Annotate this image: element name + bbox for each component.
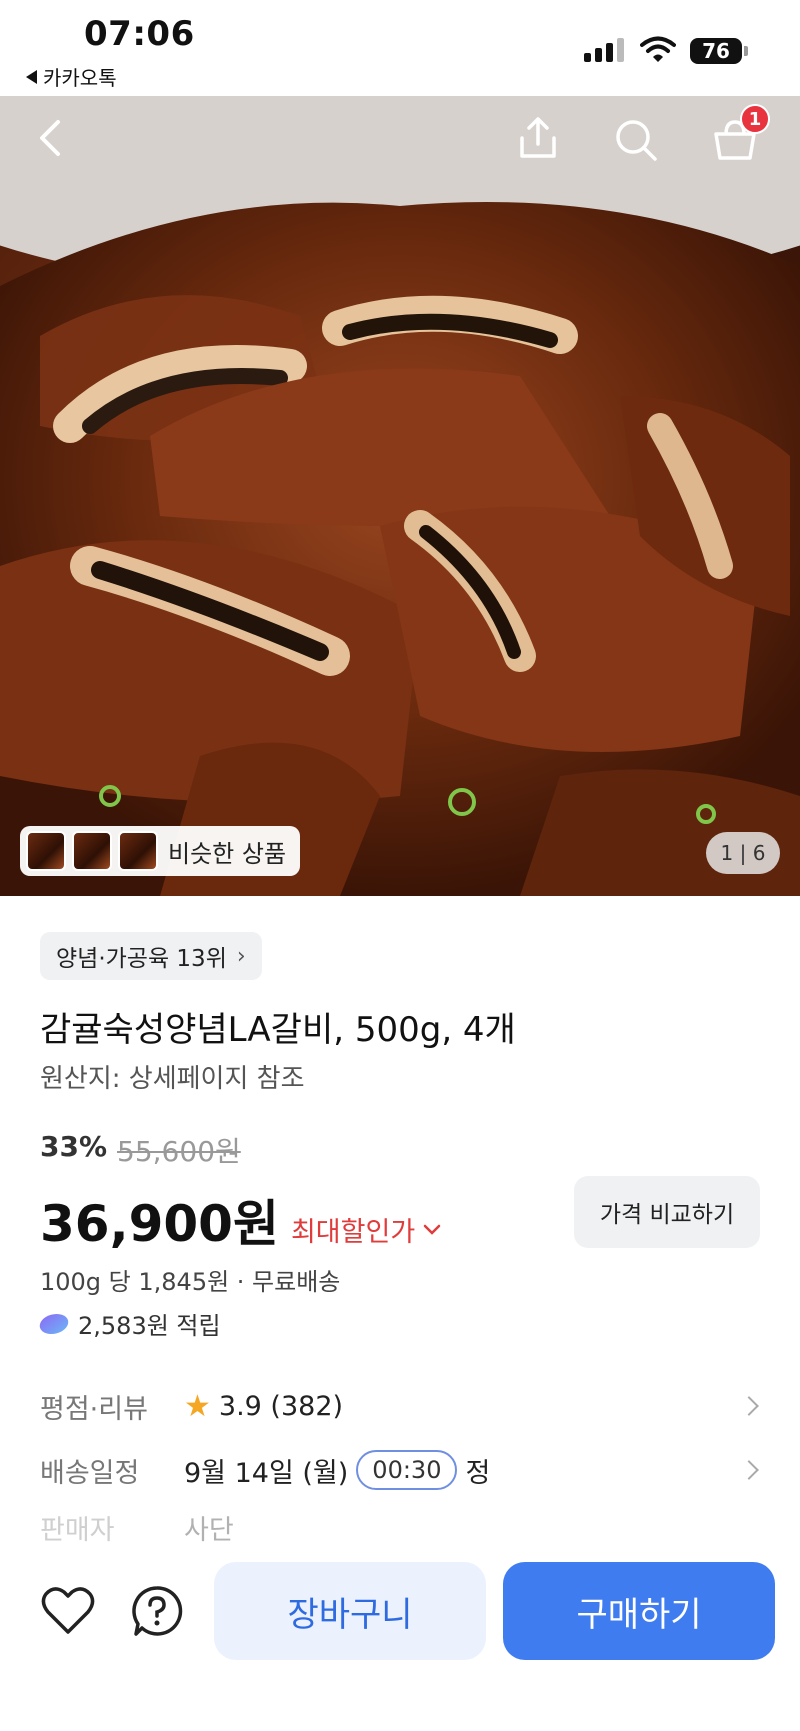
max-discount-label: 최대할인가 (290, 1217, 416, 1248)
shipping-suffix: 정 (465, 1457, 491, 1489)
points-label: 2,583원 적립 (78, 1312, 221, 1340)
heart-icon[interactable] (40, 1584, 96, 1636)
help-question-icon[interactable] (130, 1584, 184, 1638)
discount-percent: 33% (40, 1130, 108, 1163)
discount-row: 33% 55,600원 (40, 1130, 241, 1170)
shipping-label: 배송일정 (40, 1457, 140, 1489)
similar-products-button[interactable]: 비슷한 상품 (20, 826, 301, 876)
similar-thumbnail (26, 831, 66, 871)
search-icon[interactable] (614, 118, 658, 162)
add-to-cart-button[interactable]: 장바구니 (214, 1562, 486, 1660)
similar-thumbnail (118, 831, 158, 871)
cellular-signal-icon (584, 38, 624, 62)
price-compare-button[interactable]: 가격 비교하기 (574, 1176, 760, 1248)
chevron-right-icon: › (236, 943, 246, 969)
similar-thumbnail (72, 831, 112, 871)
points-row: 2,583원 적립 (37, 1306, 221, 1341)
category-rank-chip[interactable]: 양념·가공육 13위 › (40, 932, 262, 980)
shipping-time-pill: 00:30 (356, 1450, 458, 1490)
back-triangle-icon (26, 69, 37, 84)
rating-label: 평점·리뷰 (40, 1393, 148, 1425)
unit-price-shipping: 100g 당 1,845원 · 무료배송 (40, 1268, 341, 1296)
chevron-right-icon (739, 1460, 759, 1480)
back-arrow-icon[interactable] (32, 118, 72, 158)
shipping-date: 9월 14일 (월) (184, 1457, 349, 1489)
wifi-icon (640, 36, 676, 62)
category-rank-label: 양념·가공육 13위 (56, 946, 227, 972)
original-price: 55,600원 (117, 1135, 241, 1168)
seller-label: 판매자 (40, 1514, 115, 1543)
chevron-right-icon (739, 1396, 759, 1416)
shipping-schedule-row[interactable]: 배송일정 9월 14일 (월) 00:30 정 (40, 1450, 760, 1490)
battery-indicator: 76 (690, 38, 748, 64)
star-icon: ★ (184, 1388, 211, 1424)
max-discount-toggle[interactable]: 최대할인가 (291, 1210, 441, 1249)
rating-review-row[interactable]: 평점·리뷰 ★ 3.9 (382) (40, 1386, 760, 1426)
seller-value: 사단 (184, 1514, 234, 1543)
status-bar: 07:06 카카오톡 76 (0, 0, 800, 96)
galbi-photo (0, 96, 800, 896)
status-time: 07:06 (84, 14, 195, 54)
back-to-app-link[interactable]: 카카오톡 (26, 62, 117, 91)
sale-price: 36,900원 (40, 1195, 279, 1253)
product-image[interactable]: 1 비슷한 상품 1 | 6 (0, 96, 800, 896)
product-title: 감귤숙성양념LA갈비, 500g, 4개 (40, 1010, 516, 1050)
rating-value: 3.9 (382) (218, 1390, 344, 1422)
image-pager: 1 | 6 (706, 832, 780, 874)
hero-toolbar: 1 (0, 96, 800, 186)
back-app-label: 카카오톡 (43, 66, 117, 90)
share-icon[interactable] (516, 116, 560, 160)
bottom-action-bar: 장바구니 구매하기 (0, 1542, 800, 1731)
cart-count-badge: 1 (740, 104, 770, 134)
product-origin: 원산지: 상세페이지 참조 (40, 1064, 305, 1094)
chevron-down-icon (423, 1224, 441, 1235)
buy-now-button[interactable]: 구매하기 (503, 1562, 775, 1660)
similar-products-label: 비슷한 상품 (168, 839, 287, 868)
points-icon (37, 1313, 71, 1334)
seller-row[interactable]: 판매자 사단 (40, 1512, 760, 1543)
price-row: 36,900원 최대할인가 (40, 1184, 441, 1256)
